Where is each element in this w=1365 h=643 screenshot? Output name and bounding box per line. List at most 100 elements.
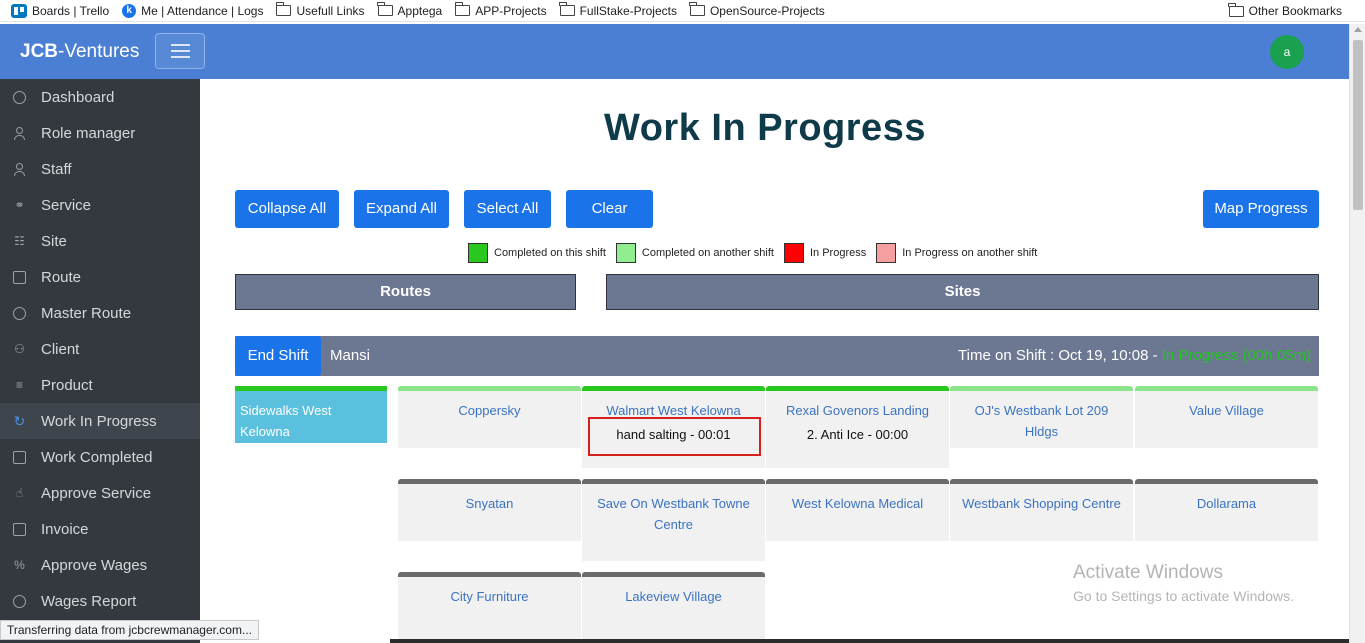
user-avatar[interactable]: a bbox=[1270, 35, 1304, 69]
link-icon: ⚭ bbox=[14, 197, 25, 212]
folder-icon bbox=[454, 2, 471, 16]
route-icon bbox=[13, 270, 26, 284]
scroll-up-arrow-icon[interactable] bbox=[1354, 27, 1362, 32]
user-icon bbox=[13, 126, 26, 140]
dashboard-icon bbox=[13, 90, 26, 104]
sidebar-item-invoice[interactable]: Invoice bbox=[0, 511, 200, 547]
bookmark-usefull-links[interactable]: Usefull Links bbox=[275, 2, 365, 18]
sidebar-item-dashboard[interactable]: Dashboard bbox=[0, 79, 200, 115]
site-card[interactable]: Rexal Govenors Landing 2. Anti Ice - 00:0… bbox=[766, 386, 949, 468]
site-task: 2. Anti Ice - 00:00 bbox=[806, 427, 909, 442]
bookmark-fullstake-projects[interactable]: FullStake-Projects bbox=[559, 2, 677, 18]
collapse-all-button[interactable]: Collapse All bbox=[235, 190, 339, 228]
sidebar-item-master-route[interactable]: Master Route bbox=[0, 295, 200, 331]
shift-bar: End Shift Mansi Time on Shift : Oct 19, … bbox=[235, 336, 1319, 376]
target-icon bbox=[13, 306, 26, 320]
site-name: Value Village bbox=[1189, 403, 1264, 418]
site-card[interactable]: Lakeview Village bbox=[582, 572, 765, 643]
status-legend: Completed on this shift Completed on ano… bbox=[468, 243, 1047, 263]
tab-routes[interactable]: Routes bbox=[235, 274, 576, 310]
site-card[interactable]: Snyatan bbox=[398, 479, 581, 541]
sidebar-item-route[interactable]: Route bbox=[0, 259, 200, 295]
legend-swatch bbox=[468, 243, 488, 263]
bookmark-apptega[interactable]: Apptega bbox=[377, 2, 442, 18]
sidebar-item-approve-wages[interactable]: % Approve Wages bbox=[0, 547, 200, 583]
clear-button[interactable]: Clear bbox=[566, 190, 653, 228]
trello-icon bbox=[11, 3, 27, 18]
sidebar-item-client[interactable]: ⚇ Client bbox=[0, 331, 200, 367]
handshake-icon: ≡ bbox=[15, 377, 23, 392]
menu-toggle-button[interactable] bbox=[155, 33, 205, 69]
route-card[interactable]: Sidewalks West Kelowna bbox=[235, 386, 387, 443]
sidebar-item-product[interactable]: ≡ Product bbox=[0, 367, 200, 403]
site-name: Lakeview Village bbox=[625, 589, 722, 604]
shift-status: In Progress (00h 05m) bbox=[1161, 347, 1311, 364]
site-card[interactable]: OJ's Westbank Lot 209 Hldgs bbox=[950, 386, 1133, 448]
legend-swatch bbox=[876, 243, 897, 263]
folder-icon bbox=[559, 2, 575, 16]
site-card[interactable]: Dollarama bbox=[1135, 479, 1318, 541]
expand-all-button[interactable]: Expand All bbox=[354, 190, 449, 228]
site-name: Westbank Shopping Centre bbox=[962, 496, 1121, 511]
hamburger-line bbox=[171, 50, 190, 52]
inbox-icon bbox=[13, 450, 26, 464]
site-name: Snyatan bbox=[465, 496, 514, 511]
folder-icon bbox=[377, 2, 393, 16]
sidebar-item-wages-report[interactable]: Wages Report bbox=[0, 583, 200, 619]
site-card[interactable]: Value Village bbox=[1135, 386, 1318, 448]
bookmark-attendance[interactable]: k Me | Attendance | Logs bbox=[122, 3, 263, 18]
legend-item: Completed on this shift bbox=[468, 243, 606, 263]
sidebar: Dashboard Role manager Staff ⚭ Service ☷ S… bbox=[0, 79, 200, 643]
bookmark-other[interactable]: Other Bookmarks bbox=[1228, 0, 1342, 22]
sidebar-item-work-in-progress[interactable]: ↻ Work In Progress bbox=[0, 403, 200, 439]
bookmark-opensource-projects[interactable]: OpenSource-Projects bbox=[689, 2, 825, 18]
select-all-button[interactable]: Select All bbox=[464, 190, 551, 228]
copy-icon bbox=[13, 522, 26, 536]
site-name: West Kelowna Medical bbox=[791, 496, 924, 511]
site-card[interactable]: Save On Westbank Towne Centre bbox=[582, 479, 765, 561]
hamburger-icon bbox=[171, 44, 190, 46]
site-card[interactable]: Coppersky bbox=[398, 386, 581, 448]
sidebar-item-site[interactable]: ☷ Site bbox=[0, 223, 200, 259]
sidebar-item-staff[interactable]: Staff bbox=[0, 151, 200, 187]
legend-swatch bbox=[783, 243, 804, 263]
brand-logo[interactable]: JCB-Ventures bbox=[20, 41, 139, 63]
legend-item: In Progress bbox=[783, 243, 866, 263]
users-icon: ⚇ bbox=[14, 341, 25, 356]
page-scrollbar[interactable] bbox=[1349, 24, 1365, 643]
map-progress-button[interactable]: Map Progress bbox=[1203, 190, 1319, 228]
bookmarks-bar: Boards | Trello k Me | Attendance | Logs … bbox=[0, 0, 1365, 22]
watermark-title: Activate Windows bbox=[1073, 562, 1223, 583]
activate-windows-watermark: Activate Windows Go to Settings to activ… bbox=[1073, 562, 1294, 604]
legend-item: Completed on another shift bbox=[615, 243, 774, 263]
folder-icon bbox=[689, 2, 705, 16]
page-title: Work In Progress bbox=[604, 107, 926, 149]
folder-icon bbox=[275, 2, 292, 16]
site-name: Rexal Govenors Landing bbox=[785, 403, 930, 418]
watermark-subtitle: Go to Settings to activate Windows. bbox=[1073, 588, 1294, 604]
sidebar-item-role-manager[interactable]: Role manager bbox=[0, 115, 200, 151]
bookmark-app-projects[interactable]: APP-Projects bbox=[454, 2, 547, 18]
bookmark-trello[interactable]: Boards | Trello bbox=[11, 3, 109, 18]
tab-sites[interactable]: Sites bbox=[606, 274, 1319, 310]
site-card[interactable]: Westbank Shopping Centre bbox=[950, 479, 1133, 541]
site-card[interactable]: City Furniture bbox=[398, 572, 581, 643]
taskbar-strip bbox=[390, 639, 1349, 643]
sync-icon: ↻ bbox=[13, 412, 26, 429]
ban-icon bbox=[13, 594, 26, 608]
site-name: Dollarama bbox=[1196, 496, 1257, 511]
legend-swatch bbox=[615, 243, 636, 263]
scrollbar-thumb[interactable] bbox=[1353, 40, 1363, 210]
end-shift-button[interactable]: End Shift bbox=[235, 336, 321, 376]
thumbs-up-icon: ☝ bbox=[15, 485, 24, 500]
shift-time: Time on Shift : Oct 19, 10:08 - In Progr… bbox=[958, 347, 1311, 364]
sidebar-item-approve-service[interactable]: ☝ Approve Service bbox=[0, 475, 200, 511]
shift-worker-name: Mansi bbox=[330, 347, 371, 364]
site-name: City Furniture bbox=[450, 589, 529, 604]
sidebar-item-work-completed[interactable]: Work Completed bbox=[0, 439, 200, 475]
site-card[interactable]: West Kelowna Medical bbox=[766, 479, 949, 541]
site-name: OJ's Westbank Lot 209 Hldgs bbox=[974, 403, 1109, 439]
browser-status-bar: Transferring data from jcbcrewmanager.co… bbox=[0, 620, 259, 640]
sidebar-item-service[interactable]: ⚭ Service bbox=[0, 187, 200, 223]
legend-item: In Progress on another shift bbox=[876, 243, 1037, 263]
